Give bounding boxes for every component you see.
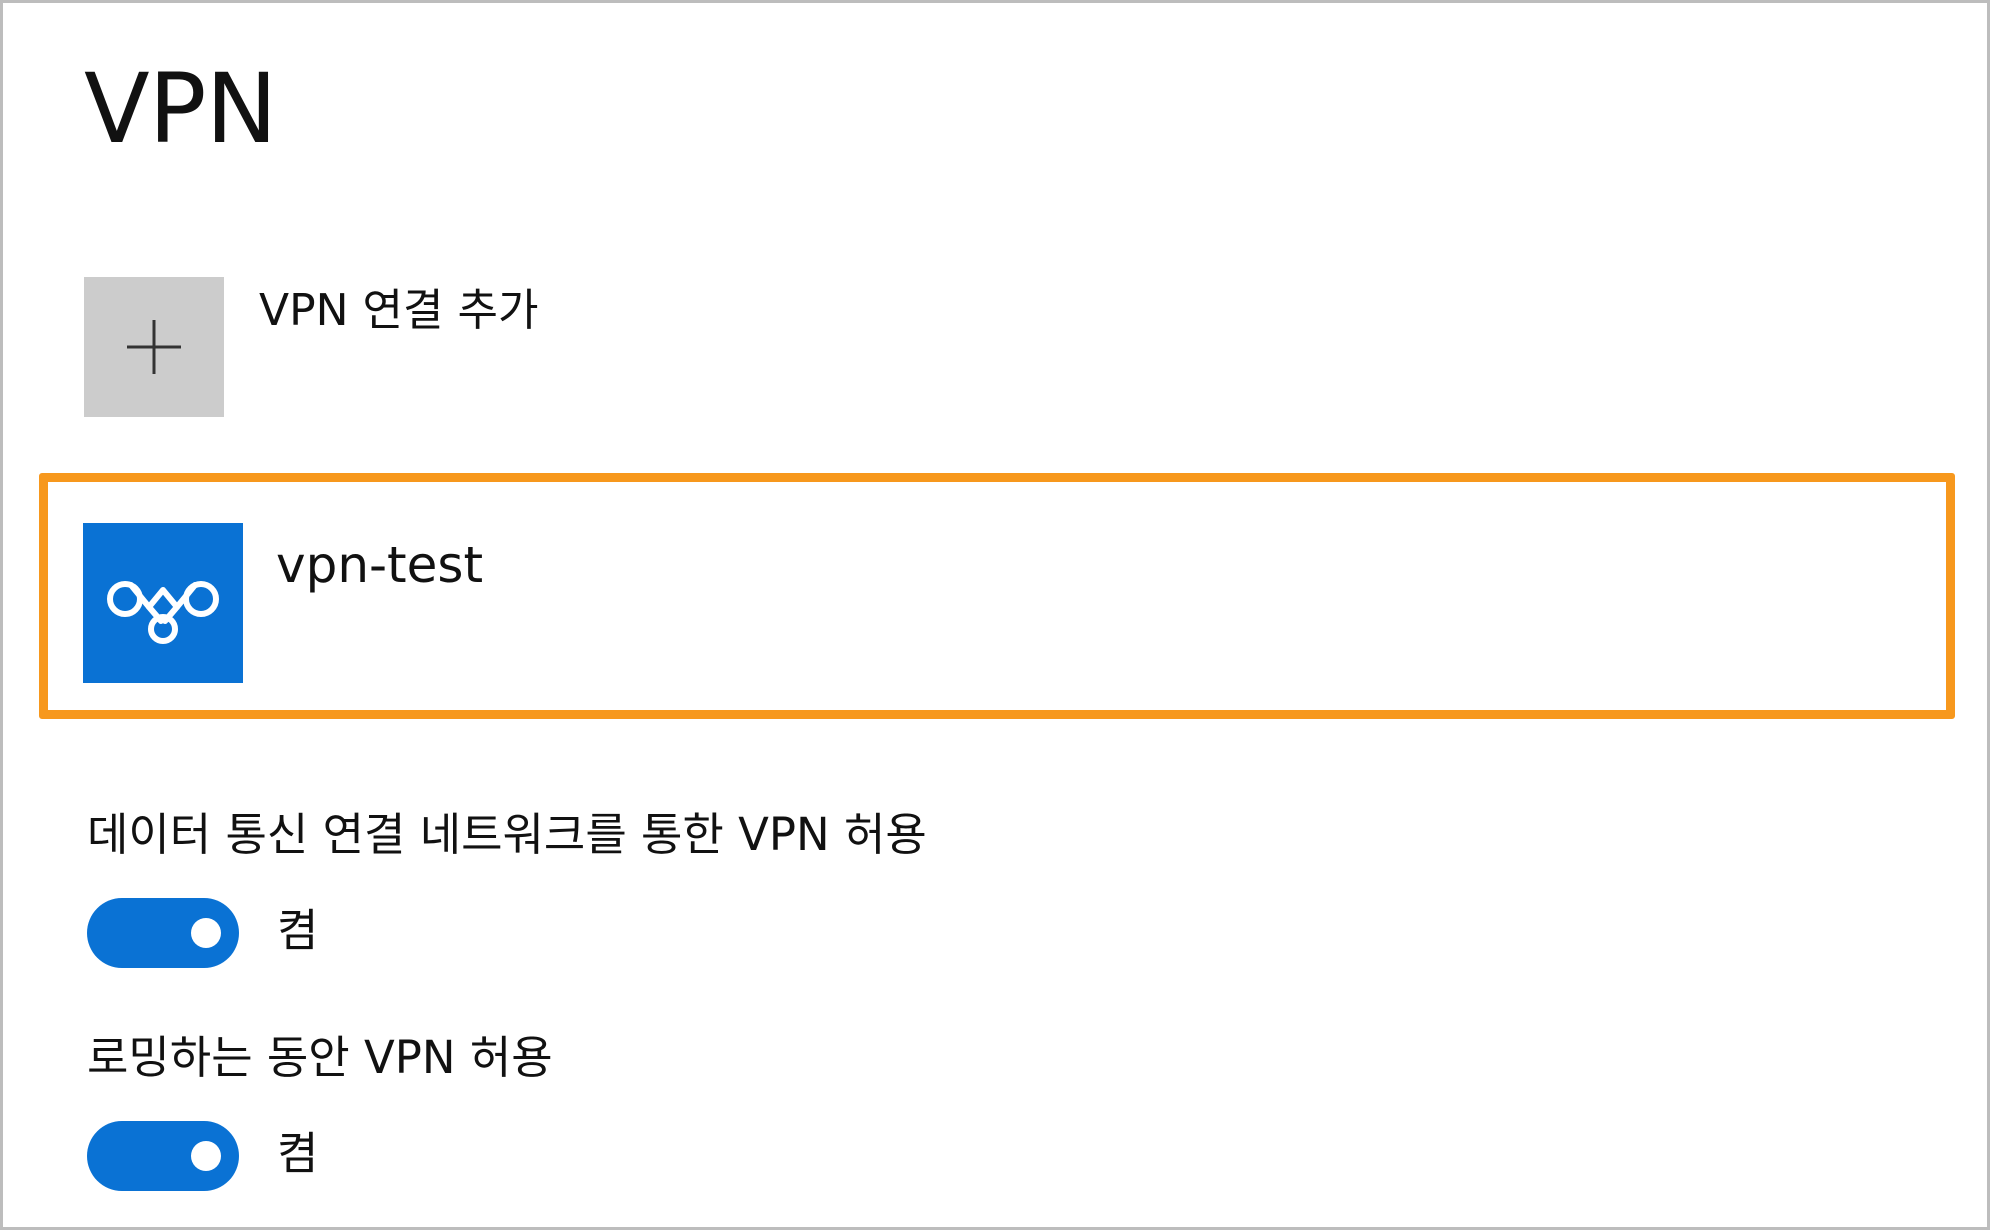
plus-icon — [127, 320, 181, 374]
metered-network-vpn-state: 켬 — [277, 904, 319, 957]
vpn-connection-name: vpn-test — [276, 536, 484, 594]
roaming-vpn-setting: 켬 — [87, 1121, 387, 1193]
roaming-vpn-label: 로밍하는 동안 VPN 허용 — [87, 1031, 553, 1084]
roaming-vpn-state: 켬 — [277, 1127, 319, 1180]
roaming-vpn-toggle[interactable] — [87, 1121, 239, 1191]
toggle-knob — [191, 1141, 221, 1171]
metered-network-vpn-setting: 켬 — [87, 898, 387, 970]
vpn-logo-icon — [107, 581, 219, 644]
add-tile — [84, 277, 224, 417]
page-title: VPN — [84, 53, 277, 165]
vpn-connection-tile — [83, 523, 243, 683]
vpn-connection-item-vpn-test[interactable]: vpn-test — [39, 473, 1955, 719]
add-vpn-connection-label: VPN 연결 추가 — [259, 285, 539, 336]
metered-network-vpn-label: 데이터 통신 연결 네트워크를 통한 VPN 허용 — [87, 808, 927, 861]
vpn-settings-page: VPN VPN 연결 추가 vpn-test 데이터 통신 연결 네트워크를 통… — [0, 0, 1990, 1230]
metered-network-vpn-toggle[interactable] — [87, 898, 239, 968]
toggle-knob — [191, 918, 221, 948]
add-vpn-connection-button[interactable]: VPN 연결 추가 — [84, 277, 784, 417]
